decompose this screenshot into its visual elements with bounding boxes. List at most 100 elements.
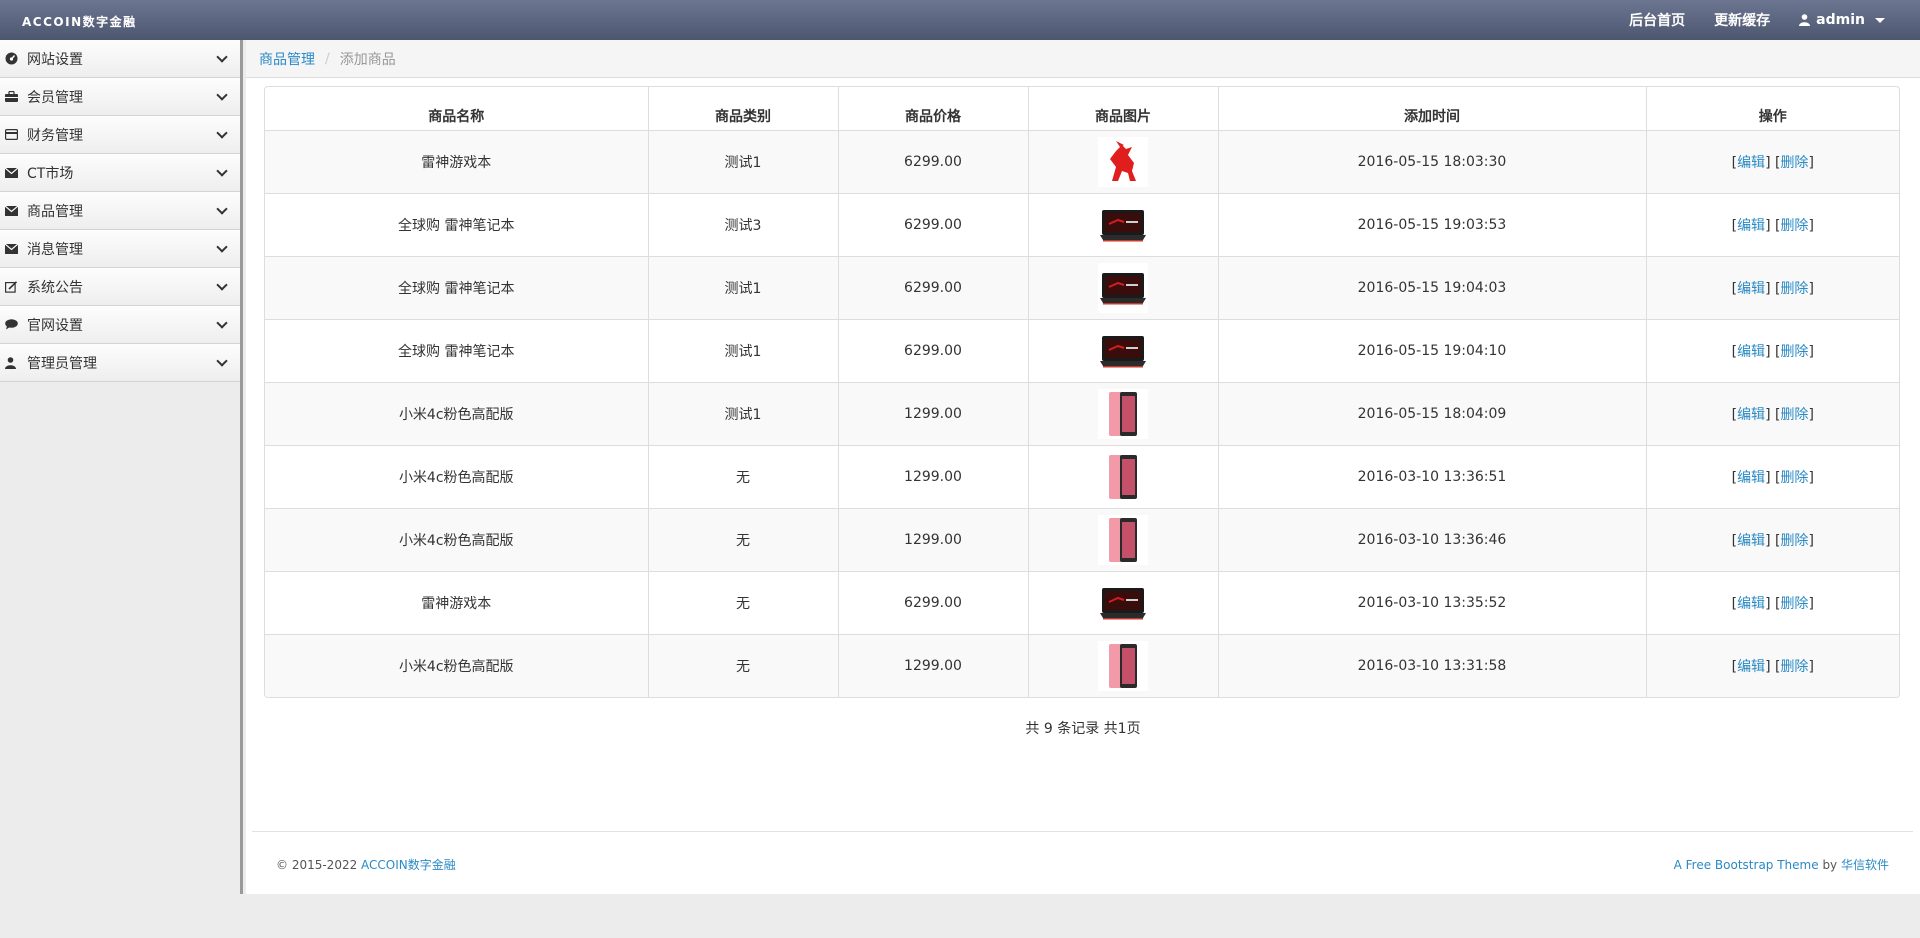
- table-header-row: 商品名称 商品类别 商品价格 商品图片 添加时间 操作: [265, 87, 1899, 131]
- table-row: 全球购 雷神笔记本 测试3 6299.00 2016-05-15 19:03:53 [编…: [265, 192, 1899, 256]
- product-price: 6299.00: [837, 192, 1028, 256]
- delete-link[interactable]: 删除: [1780, 596, 1808, 612]
- sidebar-item-label: 会员管理: [27, 89, 83, 106]
- product-category: 无: [647, 570, 838, 634]
- product-category: 测试1: [647, 381, 838, 445]
- sidebar-item-products[interactable]: 商品管理: [0, 192, 240, 230]
- footer-by-text: by: [1818, 858, 1841, 872]
- sidebar-item-site-settings[interactable]: 网站设置: [0, 40, 240, 78]
- nav-admin-home[interactable]: 后台首页: [1629, 10, 1685, 30]
- delete-link[interactable]: 删除: [1780, 533, 1808, 549]
- edit-link[interactable]: 编辑: [1737, 281, 1765, 297]
- delete-link[interactable]: 删除: [1780, 155, 1808, 171]
- breadcrumb-current: 添加商品: [339, 51, 396, 68]
- product-image: [1098, 388, 1148, 439]
- delete-link[interactable]: 删除: [1780, 659, 1808, 675]
- sidebar-item-members[interactable]: 会员管理: [0, 78, 240, 116]
- sidebar-item-admins[interactable]: 管理员管理: [0, 344, 240, 382]
- product-price: 6299.00: [837, 570, 1028, 634]
- edit-link[interactable]: 编辑: [1737, 470, 1765, 486]
- table-row: 雷神游戏本 测试1 6299.00 2016-05-15 18:03:30 [编辑] […: [265, 129, 1899, 193]
- user-menu[interactable]: admin: [1799, 12, 1885, 28]
- product-time: 2016-03-10 13:31:58: [1217, 633, 1646, 697]
- comment-icon: [5, 319, 27, 330]
- sidebar-item-site-config[interactable]: 官网设置: [0, 306, 240, 344]
- brand-logo[interactable]: ACCOIN数字金融: [22, 13, 137, 30]
- delete-link[interactable]: 删除: [1780, 470, 1808, 486]
- product-time: 2016-03-10 13:36:46: [1217, 507, 1646, 571]
- col-header-price: 商品价格: [837, 87, 1028, 131]
- breadcrumb-parent-link[interactable]: 商品管理: [259, 49, 315, 69]
- bracket-text: ] [: [1765, 595, 1781, 612]
- product-time: 2016-03-10 13:35:52: [1217, 570, 1646, 634]
- product-time: 2016-05-15 18:03:30: [1217, 129, 1646, 193]
- envelope-icon: [5, 167, 27, 178]
- bracket-text: ] [: [1765, 658, 1781, 675]
- envelope-icon: [5, 205, 27, 216]
- product-name: 全球购 雷神笔记本: [265, 318, 648, 382]
- product-time: 2016-05-15 19:04:03: [1217, 255, 1646, 319]
- product-image: [1098, 577, 1148, 628]
- delete-link[interactable]: 删除: [1780, 344, 1808, 360]
- edit-link[interactable]: 编辑: [1737, 218, 1765, 234]
- bracket-text: ]: [1808, 469, 1814, 486]
- bracket-text: ] [: [1765, 154, 1781, 171]
- sidebar-item-announcements[interactable]: 系统公告: [0, 268, 240, 306]
- product-name: 全球购 雷神笔记本: [265, 255, 648, 319]
- product-name: 全球购 雷神笔记本: [265, 192, 648, 256]
- credit-card-icon: [5, 129, 27, 140]
- table-row: 小米4c粉色高配版无 1299.00 2016-03-10 13:36:46 [编辑]…: [265, 507, 1899, 571]
- product-category: 测试1: [647, 129, 838, 193]
- product-price: 1299.00: [837, 444, 1028, 508]
- product-price: 6299.00: [837, 318, 1028, 382]
- sidebar-item-label: 财务管理: [27, 127, 83, 144]
- product-category: 无: [647, 507, 838, 571]
- footer-site-link[interactable]: ACCOIN数字金融: [361, 858, 456, 872]
- footer-theme-link[interactable]: A Free Bootstrap Theme: [1674, 858, 1819, 872]
- product-price: 1299.00: [837, 633, 1028, 697]
- table-row: 雷神游戏本无 6299.00 2016-03-10 13:35:52 [编辑] [删除…: [265, 570, 1899, 634]
- user-icon: [5, 356, 27, 369]
- delete-link[interactable]: 删除: [1780, 407, 1808, 423]
- bracket-text: ]: [1808, 532, 1814, 549]
- delete-link[interactable]: 删除: [1780, 218, 1808, 234]
- edit-link[interactable]: 编辑: [1737, 533, 1765, 549]
- edit-link[interactable]: 编辑: [1737, 407, 1765, 423]
- envelope-icon: [5, 243, 27, 254]
- bracket-text: ]: [1808, 343, 1814, 360]
- sidebar-item-ct-market[interactable]: CT市场: [0, 154, 240, 192]
- row-actions: [编辑] [删除]: [1645, 507, 1899, 571]
- edit-link[interactable]: 编辑: [1737, 155, 1765, 171]
- product-category: 无: [647, 633, 838, 697]
- table-row: 小米4c粉色高配版无 1299.00 2016-03-10 13:31:58 [编辑]…: [265, 633, 1899, 697]
- product-image: [1098, 325, 1148, 376]
- pagination-info: 共 9 条记录 共1页: [1025, 721, 1141, 737]
- edit-link[interactable]: 编辑: [1737, 344, 1765, 360]
- sidebar-item-label: 消息管理: [27, 241, 83, 258]
- sidebar-item-messages[interactable]: 消息管理: [0, 230, 240, 268]
- product-price: 1299.00: [837, 381, 1028, 445]
- bracket-text: ] [: [1765, 343, 1781, 360]
- breadcrumb: 商品管理 / 添加商品: [246, 40, 1920, 78]
- product-category: 测试3: [647, 192, 838, 256]
- edit-link[interactable]: 编辑: [1737, 596, 1765, 612]
- bracket-text: ] [: [1765, 280, 1781, 297]
- user-icon: [1799, 14, 1811, 26]
- footer-author-link[interactable]: 华信软件: [1841, 858, 1889, 872]
- chevron-down-icon: [216, 278, 228, 291]
- product-image: [1098, 136, 1148, 187]
- edit-link[interactable]: 编辑: [1737, 659, 1765, 675]
- product-image-cell: [1027, 381, 1218, 445]
- table-row: 全球购 雷神笔记本 测试1 6299.00 2016-05-15 19:04:03 [编…: [265, 255, 1899, 319]
- table-row: 全球购 雷神笔记本 测试1 6299.00 2016-05-15 19:04:10 [编…: [265, 318, 1899, 382]
- sidebar-item-label: 商品管理: [27, 203, 83, 220]
- user-name: admin: [1816, 12, 1865, 28]
- briefcase-icon: [5, 90, 27, 103]
- product-price: 6299.00: [837, 129, 1028, 193]
- row-actions: [编辑] [删除]: [1645, 255, 1899, 319]
- copyright-text: © 2015-2022: [276, 858, 362, 872]
- nav-refresh-cache[interactable]: 更新缓存: [1714, 10, 1770, 30]
- delete-link[interactable]: 删除: [1780, 281, 1808, 297]
- sidebar-item-finance[interactable]: 财务管理: [0, 116, 240, 154]
- chevron-down-icon: [216, 316, 228, 329]
